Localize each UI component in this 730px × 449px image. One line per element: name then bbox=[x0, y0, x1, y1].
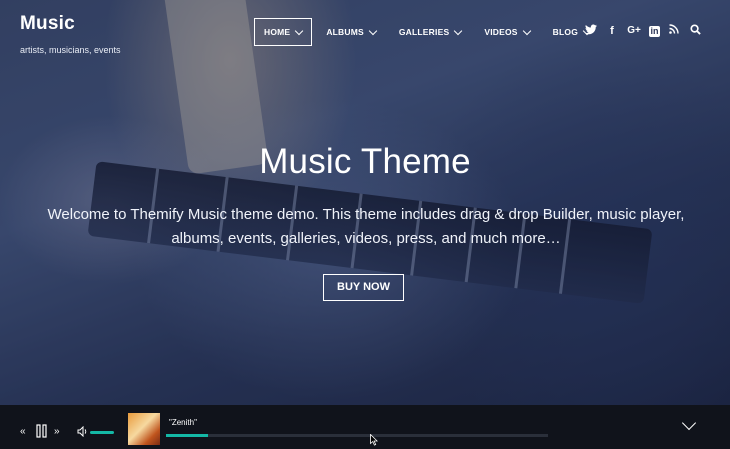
chevron-down-icon bbox=[522, 26, 531, 35]
nav-item-label: HOME bbox=[264, 27, 291, 37]
mouse-cursor-icon bbox=[370, 433, 379, 449]
buy-now-button[interactable]: BUY NOW bbox=[323, 274, 404, 301]
previous-track-button[interactable]: « bbox=[20, 426, 26, 437]
song-title: "Zenith" bbox=[169, 418, 197, 427]
nav-item-label: ALBUMS bbox=[326, 27, 364, 37]
site-logo[interactable]: Music bbox=[20, 13, 75, 35]
nav-item-label: BLOG bbox=[552, 27, 579, 37]
nav-item-label: VIDEOS bbox=[484, 27, 518, 37]
nav-item-label: GALLERIES bbox=[398, 27, 450, 37]
volume-slider[interactable] bbox=[90, 431, 114, 434]
album-art-thumbnail bbox=[128, 413, 160, 445]
chevron-down-icon bbox=[454, 26, 463, 35]
googleplus-icon[interactable]: G+ bbox=[626, 24, 642, 38]
site-tagline: artists, musicians, events bbox=[20, 45, 121, 55]
hero-title: Music Theme bbox=[259, 142, 471, 181]
music-player-bar bbox=[0, 405, 730, 449]
volume-icon[interactable] bbox=[77, 425, 88, 440]
nav-item-albums[interactable]: ALBUMS bbox=[317, 18, 385, 46]
nav-item-videos[interactable]: VIDEOS bbox=[475, 18, 538, 46]
facebook-icon[interactable]: f bbox=[605, 24, 619, 38]
linkedin-icon[interactable]: in bbox=[649, 25, 660, 37]
progress-track[interactable] bbox=[166, 434, 548, 437]
chevron-down-icon bbox=[295, 26, 304, 35]
rss-icon[interactable] bbox=[667, 24, 681, 38]
nav-item-galleries[interactable]: GALLERIES bbox=[390, 18, 470, 46]
twitter-icon[interactable] bbox=[584, 24, 598, 38]
social-links: f G+ in bbox=[584, 24, 709, 38]
hero-description: Welcome to Themify Music theme demo. Thi… bbox=[47, 206, 685, 247]
next-track-button[interactable]: » bbox=[54, 426, 60, 437]
chevron-down-icon bbox=[368, 26, 378, 35]
pause-icon[interactable] bbox=[36, 424, 48, 441]
main-nav: HOME ALBUMS GALLERIES VIDEOS BLOG bbox=[254, 18, 604, 46]
nav-item-home[interactable]: HOME bbox=[254, 18, 313, 46]
progress-fill bbox=[166, 434, 208, 437]
search-icon[interactable] bbox=[688, 24, 702, 38]
